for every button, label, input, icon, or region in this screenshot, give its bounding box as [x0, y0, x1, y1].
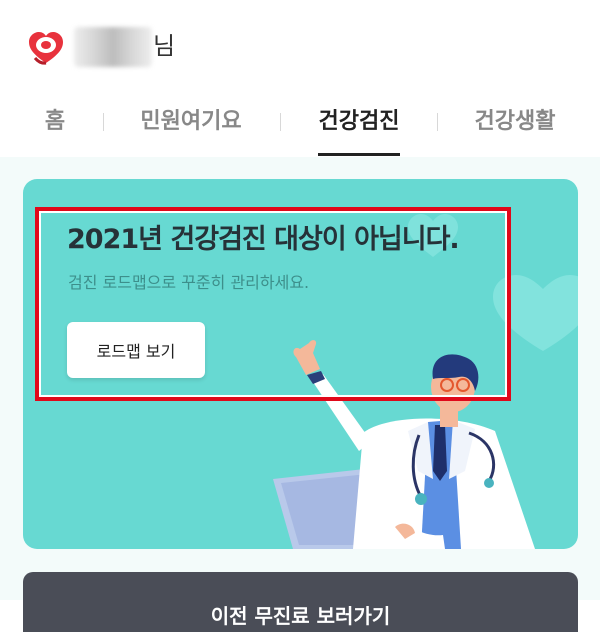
bottom-action-button[interactable]: 이전 무진료 보러가기	[23, 572, 578, 632]
user-name-suffix: 님	[153, 32, 176, 60]
tab-home[interactable]: 홈	[42, 107, 68, 137]
tab-divider	[280, 113, 281, 131]
heart-logo-icon	[29, 32, 63, 65]
checkup-status-subtitle: 검진 로드맵으로 꾸준히 관리하세요.	[68, 273, 310, 292]
user-name-masked	[74, 27, 152, 67]
tab-healthy-life[interactable]: 건강생활	[472, 107, 558, 137]
tab-divider	[103, 113, 104, 131]
tab-civil-service[interactable]: 민원여기요	[137, 107, 245, 137]
active-tab-indicator	[318, 153, 400, 156]
bottom-action-button-label: 이전 무진료 보러가기	[210, 604, 391, 628]
checkup-status-title: 2021년 건강검진 대상이 아닙니다.	[67, 224, 460, 255]
view-roadmap-button[interactable]: 로드맵 보기	[67, 322, 205, 378]
tab-bar: 홈 민원여기요 건강검진 건강생활	[0, 95, 600, 157]
tab-divider	[437, 113, 438, 131]
app-header: 님	[0, 0, 600, 95]
tab-health-checkup[interactable]: 건강검진	[316, 107, 402, 137]
